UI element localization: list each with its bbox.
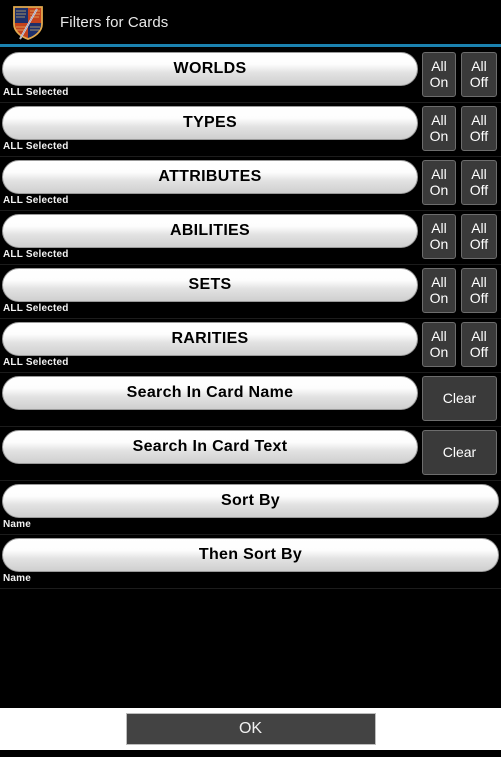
all-on-line-1: All xyxy=(431,112,447,129)
all-on-line-1: All xyxy=(431,274,447,291)
filters-scroll-area[interactable]: WORLDS ALL Selected All On All Off TYPES… xyxy=(0,49,501,703)
all-on-button-attributes[interactable]: All On xyxy=(422,160,456,205)
all-off-line-2: Off xyxy=(469,73,489,90)
all-off-button-sets[interactable]: All Off xyxy=(461,268,497,313)
all-off-line-2: Off xyxy=(469,343,489,360)
filter-status-worlds: ALL Selected xyxy=(3,87,69,98)
all-off-line-2: Off xyxy=(469,181,489,198)
all-off-line-2: Off xyxy=(469,235,489,252)
filter-status-types: ALL Selected xyxy=(3,141,69,152)
all-off-line-1: All xyxy=(471,220,487,237)
filter-status-sets: ALL Selected xyxy=(3,303,69,314)
filter-button-worlds[interactable]: WORLDS xyxy=(2,52,418,86)
search-row-card-text: Search In Card Text Clear xyxy=(0,427,501,481)
all-on-line-1: All xyxy=(431,58,447,75)
all-on-button-sets[interactable]: All On xyxy=(422,268,456,313)
shield-crest-icon xyxy=(8,2,48,42)
all-on-line-2: On xyxy=(429,343,449,360)
all-on-line-2: On xyxy=(429,127,449,144)
all-on-line-2: On xyxy=(429,73,449,90)
all-on-button-abilities[interactable]: All On xyxy=(422,214,456,259)
all-off-button-rarities[interactable]: All Off xyxy=(461,322,497,367)
sort-row-primary: Sort By Name xyxy=(0,481,501,535)
filter-row-sets: SETS ALL Selected All On All Off xyxy=(0,265,501,319)
all-off-line-2: Off xyxy=(469,289,489,306)
search-card-name-button[interactable]: Search In Card Name xyxy=(2,376,418,410)
filter-row-types: TYPES ALL Selected All On All Off xyxy=(0,103,501,157)
all-off-line-1: All xyxy=(471,328,487,345)
filter-status-attributes: ALL Selected xyxy=(3,195,69,206)
search-row-card-name: Search In Card Name Clear xyxy=(0,373,501,427)
filter-row-abilities: ABILITIES ALL Selected All On All Off xyxy=(0,211,501,265)
all-on-line-1: All xyxy=(431,220,447,237)
all-off-button-types[interactable]: All Off xyxy=(461,106,497,151)
filter-button-rarities[interactable]: RARITIES xyxy=(2,322,418,356)
all-on-line-2: On xyxy=(429,235,449,252)
title-bar: Filters for Cards xyxy=(0,0,501,44)
filter-status-rarities: ALL Selected xyxy=(3,357,69,368)
all-on-button-worlds[interactable]: All On xyxy=(422,52,456,97)
all-off-line-1: All xyxy=(471,166,487,183)
all-off-button-worlds[interactable]: All Off xyxy=(461,52,497,97)
sort-by-button[interactable]: Sort By xyxy=(2,484,499,518)
all-on-button-rarities[interactable]: All On xyxy=(422,322,456,367)
clear-button-card-text[interactable]: Clear xyxy=(422,430,497,475)
sort-row-secondary: Then Sort By Name xyxy=(0,535,501,589)
ok-button[interactable]: OK xyxy=(125,713,376,745)
filter-row-worlds: WORLDS ALL Selected All On All Off xyxy=(0,49,501,103)
all-on-line-1: All xyxy=(431,328,447,345)
all-off-line-1: All xyxy=(471,112,487,129)
filter-status-abilities: ALL Selected xyxy=(3,249,69,260)
all-on-button-types[interactable]: All On xyxy=(422,106,456,151)
filter-button-sets[interactable]: SETS xyxy=(2,268,418,302)
all-off-button-abilities[interactable]: All Off xyxy=(461,214,497,259)
all-off-button-attributes[interactable]: All Off xyxy=(461,160,497,205)
search-card-text-button[interactable]: Search In Card Text xyxy=(2,430,418,464)
sort-by-value: Name xyxy=(3,519,32,530)
filter-button-types[interactable]: TYPES xyxy=(2,106,418,140)
all-on-line-2: On xyxy=(429,181,449,198)
all-off-line-1: All xyxy=(471,58,487,75)
filter-row-attributes: ATTRIBUTES ALL Selected All On All Off xyxy=(0,157,501,211)
all-on-line-1: All xyxy=(431,166,447,183)
then-sort-by-button[interactable]: Then Sort By xyxy=(2,538,499,572)
bottom-edge xyxy=(0,751,501,757)
filter-button-attributes[interactable]: ATTRIBUTES xyxy=(2,160,418,194)
all-off-line-2: Off xyxy=(469,127,489,144)
page-title: Filters for Cards xyxy=(60,13,169,31)
then-sort-by-value: Name xyxy=(3,573,32,584)
all-off-line-1: All xyxy=(471,274,487,291)
filter-button-abilities[interactable]: ABILITIES xyxy=(2,214,418,248)
all-on-line-2: On xyxy=(429,289,449,306)
clear-button-card-name[interactable]: Clear xyxy=(422,376,497,421)
filter-row-rarities: RARITIES ALL Selected All On All Off xyxy=(0,319,501,373)
bottom-action-bar: OK xyxy=(0,707,501,751)
